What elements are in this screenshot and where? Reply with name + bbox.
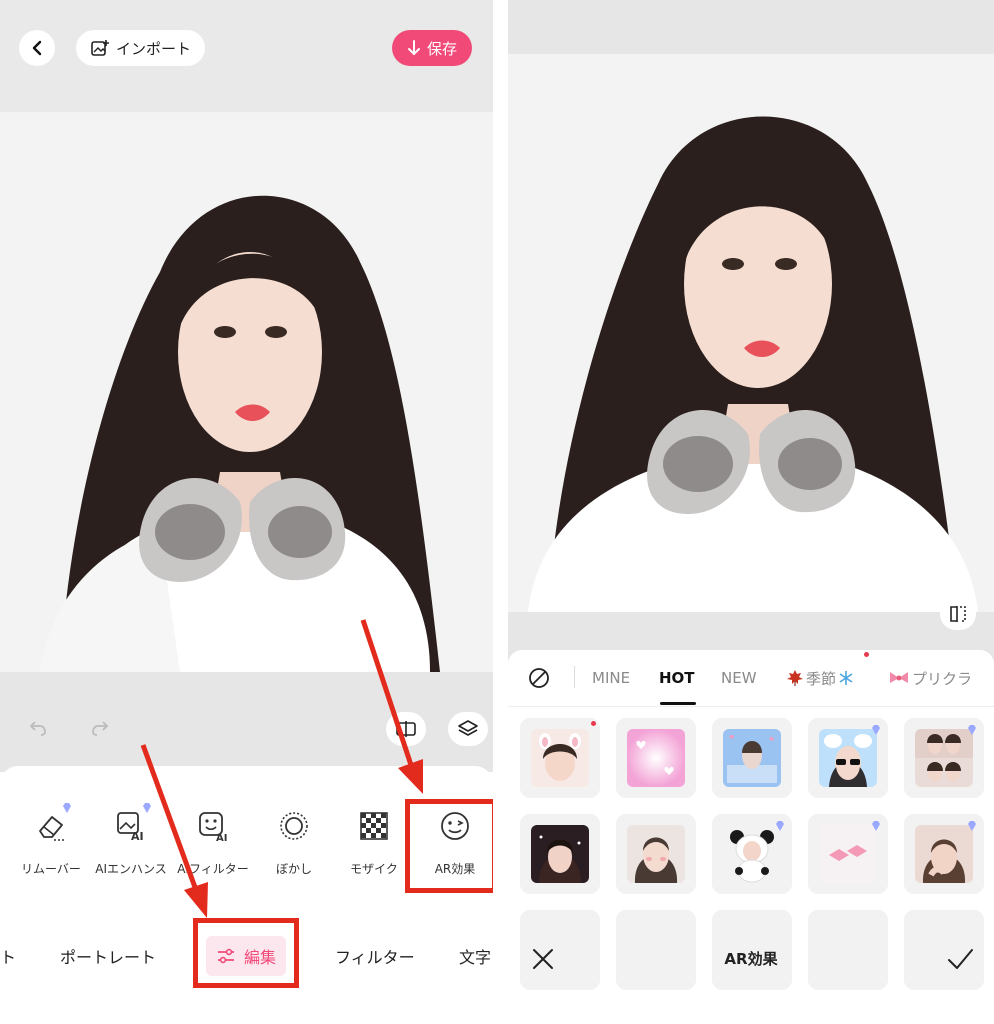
mosaic-icon: [354, 806, 394, 846]
close-icon[interactable]: [530, 946, 556, 972]
effect-thumbnail: [723, 729, 781, 787]
active-tab-indicator: [660, 702, 696, 705]
annotation-box-ar-effect: [405, 799, 493, 893]
effect-item[interactable]: [712, 814, 792, 894]
no-effect-button[interactable]: [528, 658, 550, 698]
effect-thumbnail: [531, 825, 589, 883]
premium-gem-icon: [63, 803, 71, 813]
none-icon: [529, 668, 549, 688]
save-label: 保存: [427, 39, 458, 58]
redo-icon: [92, 721, 109, 736]
tab-mine[interactable]: MINE: [592, 658, 630, 698]
tab-filter[interactable]: フィルター: [335, 936, 415, 976]
photo-canvas[interactable]: [0, 112, 493, 672]
tab-portrait[interactable]: ポートレート: [60, 936, 156, 976]
bottom-action-bar: AR効果: [508, 938, 994, 978]
tool-label: モザイク: [350, 862, 398, 876]
check-icon[interactable]: [946, 946, 974, 972]
premium-gem-icon: [968, 821, 976, 831]
import-label: インポート: [116, 39, 192, 58]
effects-grid: [520, 718, 984, 990]
undo-button[interactable]: [18, 708, 58, 748]
premium-gem-icon: [872, 725, 880, 735]
tab-seasonal[interactable]: 季節: [786, 658, 854, 698]
effect-thumbnail: [627, 825, 685, 883]
effect-item[interactable]: [616, 814, 696, 894]
image-add-icon: [91, 40, 109, 56]
maple-leaf-icon: [787, 670, 803, 686]
arrow-down-icon: [408, 40, 420, 56]
annotation-box-edit-tab: [193, 918, 299, 988]
tab-purikura-label: プリクラ: [912, 669, 973, 688]
redo-button[interactable]: [80, 708, 120, 748]
portrait-photo: [508, 54, 994, 612]
category-divider: [574, 666, 575, 688]
tool-remover[interactable]: リムーバー: [8, 803, 94, 877]
effect-item[interactable]: [808, 718, 888, 798]
ribbon-icon: [890, 672, 908, 683]
tab-new[interactable]: NEW: [721, 658, 757, 698]
effect-thumbnail: [531, 729, 589, 787]
ai-filter-icon: AI: [193, 806, 233, 846]
import-button[interactable]: インポート: [76, 30, 206, 66]
new-badge-dot: [591, 721, 596, 726]
chevron-left-icon: [32, 40, 42, 56]
premium-gem-icon: [143, 803, 151, 813]
effect-thumbnail: [723, 825, 781, 883]
premium-gem-icon: [968, 725, 976, 735]
left-editor-screen: インポート 保存 リムーバー AI AIエンハンス AI AIフィルター ぼかし…: [0, 0, 493, 1024]
compare-button[interactable]: [386, 712, 426, 746]
photo-canvas[interactable]: [508, 54, 994, 612]
compare-icon: [396, 721, 416, 737]
save-button[interactable]: 保存: [392, 30, 473, 66]
effect-thumbnail: [819, 729, 877, 787]
effect-item[interactable]: [520, 718, 600, 798]
category-tabs: MINE HOT NEW 季節 プリクラ: [508, 658, 994, 698]
effect-thumbnail: [915, 729, 973, 787]
effect-thumbnail: [915, 825, 973, 883]
tab-seasonal-label: 季節: [806, 669, 837, 688]
portrait-photo: [0, 112, 493, 672]
compare-icon: [950, 606, 966, 622]
premium-gem-icon: [776, 821, 784, 831]
effect-item[interactable]: [712, 718, 792, 798]
tab-previous-partial[interactable]: ト: [0, 936, 16, 976]
effect-item[interactable]: [904, 814, 984, 894]
section-divider: [508, 706, 994, 707]
new-badge-dot: [864, 652, 869, 657]
layers-icon: [458, 720, 478, 736]
tool-label: リムーバー: [21, 862, 81, 876]
tool-label: AIエンハンス: [95, 862, 167, 876]
ai-enhance-icon: AI: [111, 803, 151, 846]
tab-purikura[interactable]: プリクラ: [888, 658, 972, 698]
tool-label: ぼかし: [275, 862, 312, 876]
effect-item[interactable]: [904, 718, 984, 798]
back-button[interactable]: [19, 30, 55, 66]
effect-thumbnail: [819, 825, 877, 883]
tool-label: AIフィルター: [177, 862, 249, 876]
tab-hot[interactable]: HOT: [659, 658, 695, 698]
effect-item[interactable]: [808, 814, 888, 894]
right-ar-effect-screen: MINE HOT NEW 季節 プリクラ AR効果: [508, 0, 994, 1024]
effect-item[interactable]: [616, 718, 696, 798]
effect-item[interactable]: [520, 814, 600, 894]
undo-icon: [29, 721, 46, 736]
svg-text:AI: AI: [216, 833, 227, 843]
panel-title: AR効果: [724, 949, 778, 968]
tab-text[interactable]: 文字: [459, 936, 491, 976]
top-bar-background: [508, 0, 994, 54]
compare-button[interactable]: [940, 598, 976, 630]
snowflake-icon: [839, 671, 853, 685]
blur-icon: [274, 806, 314, 846]
eraser-icon: [31, 803, 71, 846]
effect-thumbnail: [627, 729, 685, 787]
premium-gem-icon: [872, 821, 880, 831]
svg-text:AI: AI: [131, 830, 144, 843]
tool-ai-filter[interactable]: AI AIフィルター: [170, 806, 256, 877]
tool-blur[interactable]: ぼかし: [251, 806, 337, 877]
tool-ai-enhance[interactable]: AI AIエンハンス: [88, 803, 174, 877]
layers-button[interactable]: [448, 712, 488, 746]
